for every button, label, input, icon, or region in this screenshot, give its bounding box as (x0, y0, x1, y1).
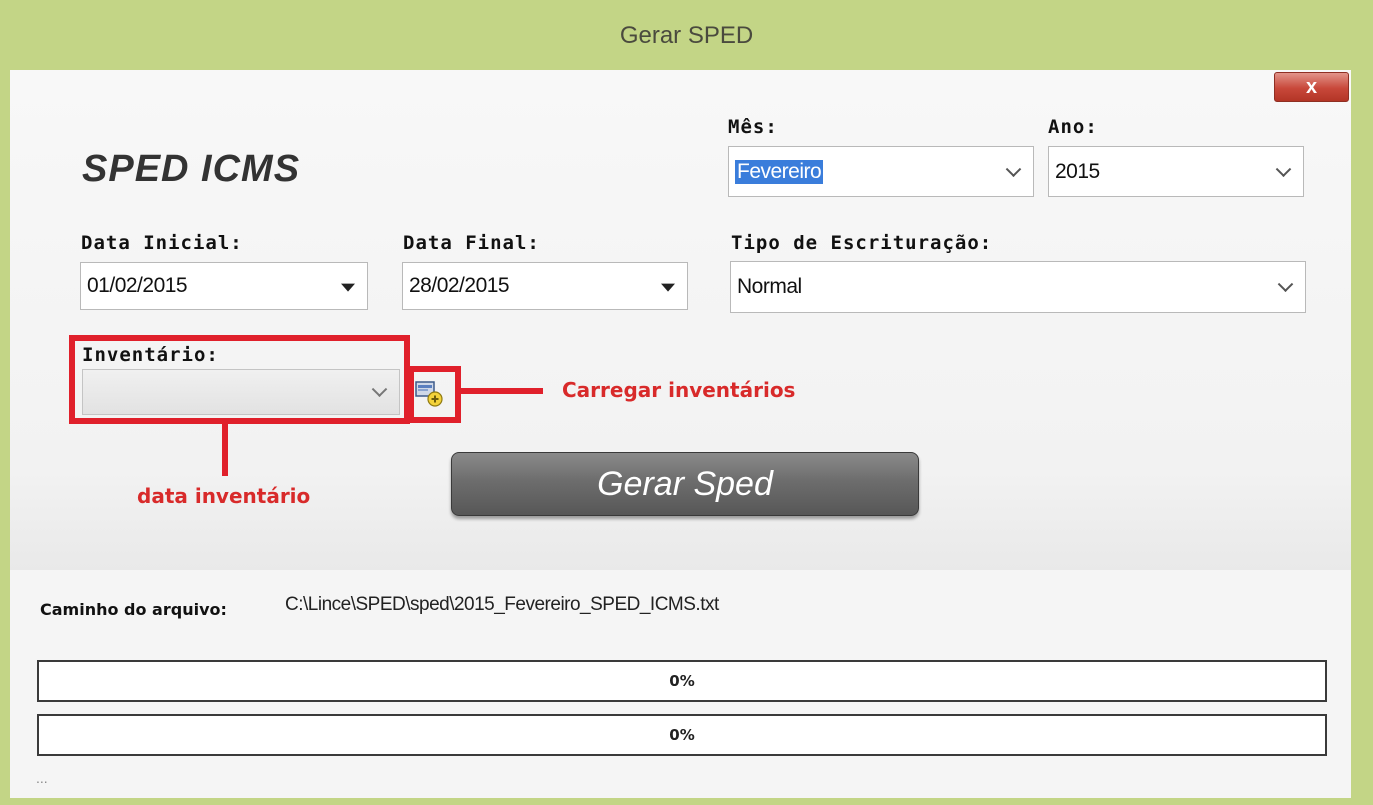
sped-window: Gerar SPED x SPED ICMS Mês: Fevereiro An… (0, 0, 1373, 805)
mes-select[interactable]: Fevereiro (728, 146, 1034, 197)
ano-label: Ano: (1048, 116, 1098, 138)
progress-bar: 0% (37, 714, 1327, 756)
data-inicial-value: 01/02/2015 (87, 274, 188, 297)
chevron-down-icon (1005, 160, 1022, 177)
progress-bar: 0% (37, 660, 1327, 702)
page-title: SPED ICMS (82, 148, 301, 190)
data-inicial-label: Data Inicial: (81, 232, 243, 254)
data-final-value: 28/02/2015 (409, 274, 510, 297)
inventario-highlight-box (69, 335, 410, 424)
data-final-label: Data Final: (403, 232, 540, 254)
window-title: Gerar SPED (619, 22, 754, 49)
data-inicial-picker[interactable]: 01/02/2015 (80, 262, 368, 310)
close-icon: x (1305, 76, 1318, 98)
annotation-connector (461, 388, 543, 394)
caminho-value: C:\Lince\SPED\sped\2015_Fevereiro_SPED_I… (285, 594, 719, 615)
caminho-label: Caminho do arquivo: (40, 600, 227, 619)
progress-label: 0% (669, 726, 695, 744)
dropdown-arrow-icon (661, 283, 675, 292)
mes-label: Mês: (728, 116, 778, 138)
chevron-down-icon (1277, 276, 1294, 293)
title-bar[interactable]: Gerar SPED (0, 0, 1373, 70)
ano-select[interactable]: 2015 (1048, 146, 1304, 197)
annotation-connector (222, 424, 228, 476)
ano-value: 2015 (1055, 159, 1100, 183)
tipo-escrituracao-select[interactable]: Normal (730, 261, 1306, 313)
dialog-body: x SPED ICMS Mês: Fevereiro Ano: 2015 Dat… (10, 70, 1351, 798)
carregar-inventarios-annotation: Carregar inventários (562, 378, 796, 402)
progress-label: 0% (669, 672, 695, 690)
tipo-value: Normal (737, 275, 802, 298)
dropdown-arrow-icon (341, 283, 355, 292)
icon-highlight-box (408, 366, 461, 423)
data-inventario-annotation: data inventário (137, 484, 311, 508)
status-text: ... (36, 770, 48, 786)
close-button[interactable]: x (1274, 72, 1349, 102)
data-final-picker[interactable]: 28/02/2015 (402, 262, 688, 310)
mes-value: Fevereiro (735, 159, 824, 184)
gerar-sped-button[interactable]: Gerar Sped (451, 452, 919, 516)
tipo-label: Tipo de Escrituração: (731, 232, 993, 254)
chevron-down-icon (1275, 160, 1292, 177)
